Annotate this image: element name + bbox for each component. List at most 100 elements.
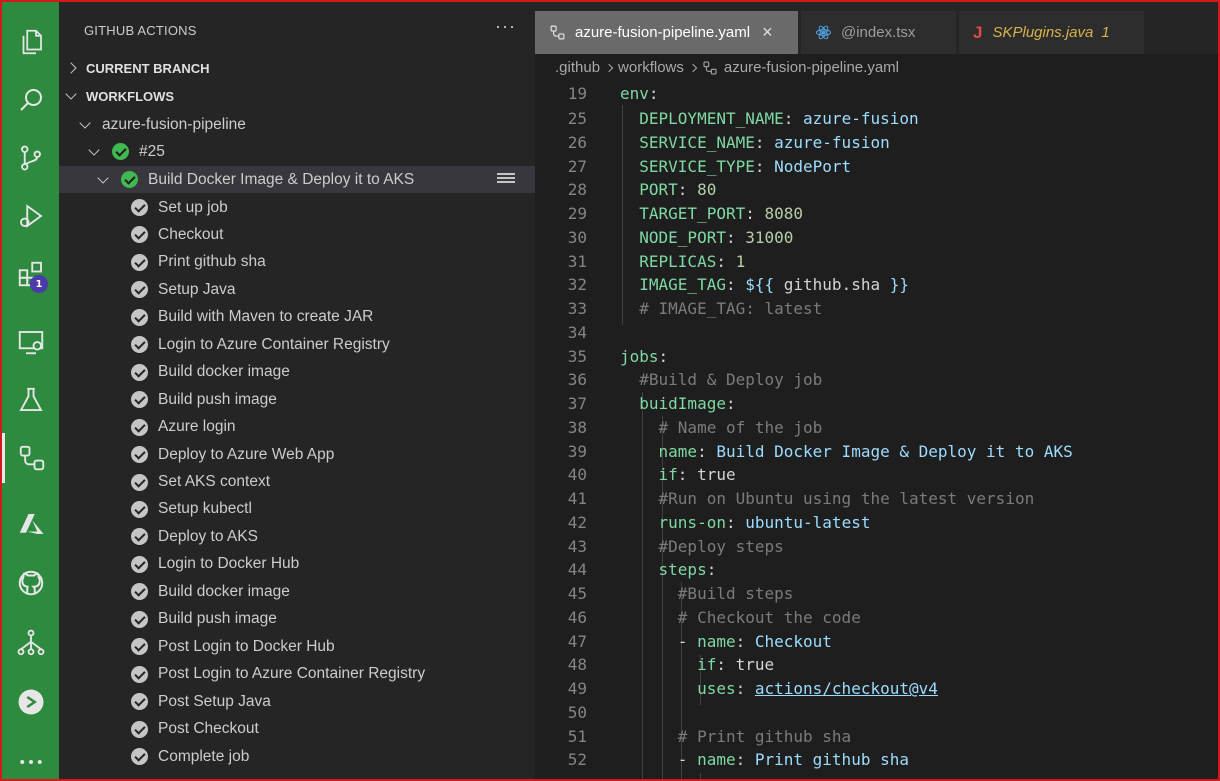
step-label: Setup Java <box>158 280 236 298</box>
step-item[interactable]: Complete job <box>59 743 535 770</box>
code-line: 29 TARGET_PORT: 8080 <box>567 204 804 224</box>
step-item[interactable]: Post Checkout <box>59 716 535 743</box>
section-workflows[interactable]: WORKFLOWS <box>59 83 535 109</box>
step-item[interactable]: Setup kubectl <box>59 496 535 523</box>
step-item[interactable]: Post Login to Azure Container Registry <box>59 661 535 688</box>
step-item[interactable]: Build push image <box>59 386 535 413</box>
code-line: 39 name: Build Docker Image & Deploy it … <box>567 442 1073 462</box>
chevron-right-icon <box>604 63 614 72</box>
code-line: 40 if: true <box>567 465 736 485</box>
step-item[interactable]: Login to Azure Container Registry <box>59 331 535 358</box>
run-label: #25 <box>139 142 165 160</box>
run-item[interactable]: #25 <box>59 138 535 165</box>
breadcrumb-item[interactable]: workflows <box>618 59 684 76</box>
code-line: 37 buidImage: <box>567 394 736 414</box>
step-item[interactable]: Checkout <box>59 221 535 248</box>
workflow-file-icon <box>703 60 717 75</box>
step-label: Deploy to AKS <box>158 527 258 545</box>
workflow-label: azure-fusion-pipeline <box>102 115 246 133</box>
code-line: 44 steps: <box>567 560 717 580</box>
step-item[interactable]: Deploy to Azure Web App <box>59 441 535 468</box>
run-debug-icon[interactable] <box>2 191 59 241</box>
explorer-icon[interactable] <box>2 17 59 67</box>
sidebar-title: GITHUB ACTIONS <box>84 23 197 38</box>
code-line: 38 # Name of the job <box>567 418 823 438</box>
step-item[interactable]: Azure login <box>59 414 535 441</box>
github-icon[interactable] <box>2 558 59 608</box>
code-line: 48 if: true <box>567 655 775 675</box>
extensions-icon[interactable]: 1 <box>2 249 59 299</box>
code-line: 33 # IMAGE_TAG: latest <box>567 299 823 319</box>
search-icon[interactable] <box>2 75 59 125</box>
code-line: 41 #Run on Ubuntu using the latest versi… <box>567 489 1035 509</box>
step-item[interactable]: Post Setup Java <box>59 688 535 715</box>
step-label: Build push image <box>158 390 277 408</box>
breadcrumb-item[interactable]: .github <box>555 59 600 76</box>
chevron-down-icon <box>88 143 100 156</box>
step-label: Set up job <box>158 198 228 216</box>
gitlens-icon[interactable] <box>2 677 59 727</box>
step-complete-icon <box>131 446 148 464</box>
step-label: Post Login to Docker Hub <box>158 637 335 655</box>
code-line: 27 SERVICE_TYPE: NodePort <box>567 157 852 177</box>
code-line: 30 NODE_PORT: 31000 <box>567 228 794 248</box>
tab-skplugins-java[interactable]: J SKPlugins.java 1 <box>959 11 1144 54</box>
more-icon[interactable] <box>2 737 59 781</box>
chevron-down-icon <box>65 88 77 100</box>
extensions-badge: 1 <box>30 275 48 293</box>
more-actions-button[interactable]: ··· <box>495 16 516 37</box>
step-item[interactable]: Deploy to AKS <box>59 523 535 550</box>
github-actions-icon[interactable] <box>2 433 59 483</box>
step-item[interactable]: Post Login to Docker Hub <box>59 633 535 660</box>
step-label: Post Login to Azure Container Registry <box>158 665 426 683</box>
azure-icon[interactable] <box>2 499 59 549</box>
workflow-item[interactable]: azure-fusion-pipeline <box>59 111 535 138</box>
step-item[interactable]: Set up job <box>59 194 535 221</box>
code-line: 49 uses: actions/checkout@v4 <box>567 679 938 699</box>
code-line: 52 - name: Print github sha <box>567 750 909 770</box>
testing-icon[interactable] <box>2 375 59 425</box>
step-label: Build with Maven to create JAR <box>158 308 374 326</box>
step-complete-icon <box>131 308 148 326</box>
source-control-icon[interactable] <box>2 133 59 183</box>
step-item[interactable]: Build docker image <box>59 578 535 605</box>
success-check-icon <box>112 143 129 160</box>
step-label: Deploy to Azure Web App <box>158 445 335 463</box>
step-label: Azure login <box>158 418 236 436</box>
step-label: Login to Azure Container Registry <box>158 335 390 353</box>
step-complete-icon <box>131 418 148 436</box>
code-line: 26 SERVICE_NAME: azure-fusion <box>567 133 890 153</box>
code-line: 42 runs-on: ubuntu-latest <box>567 513 871 533</box>
step-item[interactable]: Build with Maven to create JAR <box>59 304 535 331</box>
section-current-branch[interactable]: CURRENT BRANCH <box>59 55 535 81</box>
step-complete-icon <box>131 693 148 711</box>
step-item[interactable]: Setup Java <box>59 276 535 303</box>
step-complete-icon <box>131 473 148 491</box>
view-logs-icon[interactable] <box>497 173 515 186</box>
indent-guide <box>700 773 701 779</box>
remote-explorer-icon[interactable] <box>2 317 59 367</box>
step-complete-icon <box>131 336 148 354</box>
step-item[interactable]: Print github sha <box>59 249 535 276</box>
code-editor[interactable]: 19 env: 25 DEPLOYMENT_NAME: azure-fusion … <box>535 82 1218 779</box>
tab-azure-fusion-pipeline[interactable]: azure-fusion-pipeline.yaml × <box>535 11 798 54</box>
close-tab-button[interactable]: × <box>762 22 773 43</box>
step-complete-icon <box>131 665 148 683</box>
step-item[interactable]: Login to Docker Hub <box>59 551 535 578</box>
step-item[interactable]: Build docker image <box>59 359 535 386</box>
step-complete-icon <box>131 748 148 765</box>
code-line: 31 REPLICAS: 1 <box>567 252 746 272</box>
step-label: Post Checkout <box>158 720 259 738</box>
step-complete-icon <box>131 226 148 244</box>
code-line: 46 # Checkout the code <box>567 608 861 628</box>
breadcrumb: .github workflows azure-fusion-pipeline.… <box>555 59 899 76</box>
job-item[interactable]: Build Docker Image & Deploy it to AKS <box>59 166 535 193</box>
step-item[interactable]: Build push image <box>59 606 535 633</box>
step-complete-icon <box>131 610 148 628</box>
activity-bar: 1 <box>2 2 59 779</box>
step-item[interactable]: Set AKS context <box>59 469 535 496</box>
breadcrumb-item[interactable]: azure-fusion-pipeline.yaml <box>724 59 899 76</box>
tab-index-tsx[interactable]: @index.tsx <box>801 11 956 54</box>
workflow-file-icon <box>550 25 565 40</box>
kubernetes-icon[interactable] <box>2 618 59 668</box>
